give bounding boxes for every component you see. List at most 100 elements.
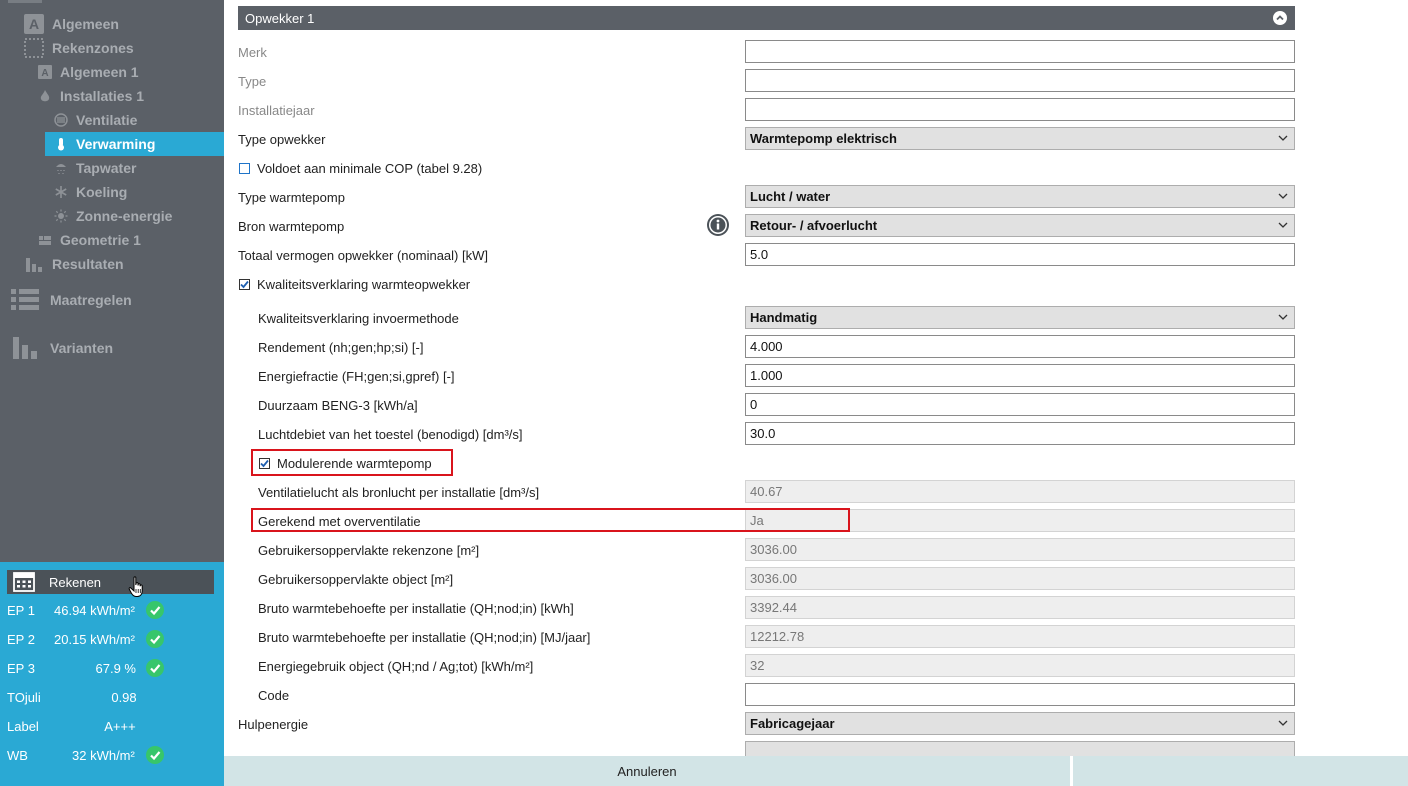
- result-value: A+++: [104, 718, 136, 734]
- installatiejaar-label: Installatiejaar: [238, 103, 315, 118]
- sidebar-item-label: Verwarming: [76, 136, 156, 152]
- result-row-wb: WB 32 kWh/m²: [0, 744, 224, 766]
- svg-text:A: A: [41, 68, 48, 79]
- type-warmtepomp-select[interactable]: Lucht / water: [745, 185, 1295, 208]
- flame-icon: [38, 89, 52, 103]
- sidebar-item-algemeen[interactable]: A Algemeen: [24, 12, 119, 36]
- energiefractie-input[interactable]: 1.000: [745, 364, 1295, 387]
- energiegebruik-value: 32: [745, 654, 1295, 677]
- calculator-icon: [13, 572, 35, 592]
- sidebar-item-tapwater[interactable]: Tapwater: [54, 156, 136, 180]
- hulpenergie-label: Hulpenergie: [238, 717, 309, 732]
- next-row-select-partial[interactable]: [745, 741, 1295, 756]
- chevron-down-icon: [1278, 132, 1288, 147]
- shower-icon: [54, 161, 68, 175]
- result-value: 20.15 kWh/m²: [54, 631, 135, 647]
- bar-chart-icon: [10, 335, 40, 361]
- select-value: Handmatig: [750, 310, 818, 325]
- invoermethode-label: Kwaliteitsverklaring invoermethode: [258, 311, 459, 326]
- ventilatielucht-label: Ventilatielucht als bronlucht per instal…: [258, 485, 540, 500]
- snowflake-icon: [54, 185, 68, 199]
- chevron-down-icon: [1278, 190, 1288, 205]
- result-value: 32 kWh/m²: [72, 747, 135, 763]
- code-input[interactable]: [745, 683, 1295, 706]
- sidebar-item-algemeen-1[interactable]: A Algemeen 1: [38, 60, 139, 84]
- select-value: Fabricagejaar: [750, 716, 835, 731]
- check-circle-icon: [146, 746, 164, 764]
- sidebar-item-ventilatie[interactable]: Ventilatie: [54, 108, 137, 132]
- type-opwekker-select[interactable]: Warmtepomp elektrisch: [745, 127, 1295, 150]
- sidebar-item-label: Algemeen 1: [60, 64, 139, 80]
- modulerend-checkbox[interactable]: [259, 458, 270, 469]
- bron-warmtepomp-select[interactable]: Retour- / afvoerlucht: [745, 214, 1295, 237]
- sidebar-item-zonne-energie[interactable]: Zonne-energie: [54, 204, 172, 228]
- totaal-vermogen-label: Totaal vermogen opwekker (nominaal) [kW]: [238, 248, 488, 263]
- chevron-down-icon: [1278, 219, 1288, 234]
- duurzaam-input[interactable]: 0: [745, 393, 1295, 416]
- bruto-kwh-label: Bruto warmtebehoefte per installatie (QH…: [258, 601, 574, 616]
- sidebar-item-label: Koeling: [76, 184, 128, 200]
- result-value: 0.98: [111, 689, 137, 705]
- bruto-mj-value: 12212.78: [745, 625, 1295, 648]
- rekenen-button[interactable]: Rekenen: [7, 570, 214, 594]
- sidebar-item-verwarming[interactable]: Verwarming: [45, 132, 224, 156]
- result-value: 46.94 kWh/m²: [54, 602, 135, 618]
- invoermethode-select[interactable]: Handmatig: [745, 306, 1295, 329]
- check-circle-icon: [146, 601, 164, 619]
- result-label: EP 2: [7, 631, 35, 647]
- result-label: WB: [7, 747, 28, 763]
- opp-object-value: 3036.00: [745, 567, 1295, 590]
- footer-right-button[interactable]: [1073, 756, 1408, 786]
- hulpenergie-select[interactable]: Fabricagejaar: [745, 712, 1295, 735]
- sidebar-item-label: Geometrie 1: [60, 232, 141, 248]
- result-label: TOjuli: [7, 689, 41, 705]
- kwaliteitsverklaring-label: Kwaliteitsverklaring warmteopwekker: [257, 277, 471, 292]
- energiegebruik-label: Energiegebruik object (QH;nd / Ag;tot) […: [258, 659, 534, 674]
- result-row-tojuli: TOjuli 0.98: [0, 686, 224, 708]
- sidebar-item-rekenzones[interactable]: Rekenzones: [24, 36, 134, 60]
- bruto-kwh-value: 3392.44: [745, 596, 1295, 619]
- collapse-icon[interactable]: [1273, 11, 1287, 25]
- type-warmtepomp-label: Type warmtepomp: [238, 190, 345, 205]
- min-cop-label: Voldoet aan minimale COP (tabel 9.28): [257, 161, 483, 176]
- select-value: Retour- / afvoerlucht: [750, 218, 878, 233]
- cancel-button[interactable]: Annuleren: [224, 756, 1070, 786]
- totaal-vermogen-input[interactable]: 5.0: [745, 243, 1295, 266]
- sidebar-item-koeling[interactable]: Koeling: [54, 180, 127, 204]
- list-icon: [10, 287, 40, 313]
- dotted-square-icon: [24, 38, 44, 58]
- overventilatie-value: Ja: [745, 509, 1295, 532]
- floorplan-icon: [38, 233, 52, 247]
- merk-input[interactable]: [745, 40, 1295, 63]
- sidebar-item-resultaten[interactable]: Resultaten: [24, 252, 124, 276]
- ventilatielucht-value: 40.67: [745, 480, 1295, 503]
- rekenen-panel: Rekenen EP 1 46.94 kWh/m² EP 2 20.15 kWh…: [0, 562, 224, 786]
- energiefractie-label: Energiefractie (FH;gen;si,gpref) [-]: [258, 369, 455, 384]
- result-label: EP 1: [7, 602, 35, 618]
- opp-rekenzone-label: Gebruikersoppervlakte rekenzone [m²]: [258, 543, 480, 558]
- result-row-label: Label A+++: [0, 715, 224, 737]
- min-cop-checkbox[interactable]: [239, 163, 250, 174]
- sidebar-item-geometrie-1[interactable]: Geometrie 1: [38, 228, 141, 252]
- sidebar-item-label: Ventilatie: [76, 112, 138, 128]
- info-icon[interactable]: [706, 213, 730, 237]
- luchtdebiet-input[interactable]: 30.0: [745, 422, 1295, 445]
- type-label: Type: [238, 74, 267, 89]
- type-input[interactable]: [745, 69, 1295, 92]
- sidebar-item-label: Resultaten: [52, 256, 124, 272]
- sidebar-item-varianten[interactable]: Varianten: [10, 334, 113, 362]
- kwaliteitsverklaring-checkbox[interactable]: [239, 279, 250, 290]
- code-label: Code: [258, 688, 290, 703]
- sidebar-item-label: Zonne-energie: [76, 208, 173, 224]
- result-row-ep1: EP 1 46.94 kWh/m²: [0, 599, 224, 621]
- overventilatie-label: Gerekend met overventilatie: [258, 514, 421, 529]
- installatiejaar-input[interactable]: [745, 98, 1295, 121]
- sidebar-item-installaties-1[interactable]: Installaties 1: [38, 84, 144, 108]
- opp-object-label: Gebruikersoppervlakte object [m²]: [258, 572, 454, 587]
- select-value: Warmtepomp elektrisch: [750, 131, 897, 146]
- sidebar-item-maatregelen[interactable]: Maatregelen: [10, 286, 132, 314]
- fan-icon: [54, 113, 68, 127]
- opp-rekenzone-value: 3036.00: [745, 538, 1295, 561]
- app-window: A Algemeen Rekenzones A Algemeen 1 Insta…: [0, 0, 1408, 786]
- rendement-input[interactable]: 4.000: [745, 335, 1295, 358]
